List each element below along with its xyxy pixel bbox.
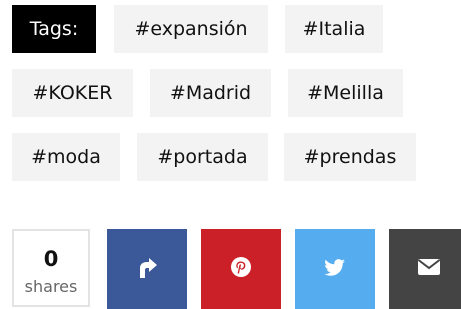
tag-prendas[interactable]: #prendas bbox=[284, 133, 416, 181]
twitter-icon bbox=[322, 254, 348, 284]
tags-label: Tags: bbox=[12, 5, 96, 53]
tag-expansion[interactable]: #expansión bbox=[114, 5, 268, 53]
share-email-button[interactable] bbox=[389, 229, 461, 309]
share-count: 0 bbox=[43, 247, 59, 271]
share-pinterest-button[interactable] bbox=[201, 229, 281, 309]
share-count-box: 0 shares bbox=[12, 229, 90, 307]
tag-melilla[interactable]: #Melilla bbox=[288, 69, 403, 117]
pinterest-icon bbox=[228, 254, 254, 284]
tag-portada[interactable]: #portada bbox=[137, 133, 268, 181]
email-icon bbox=[416, 254, 442, 284]
tag-koker[interactable]: #KOKER bbox=[12, 69, 133, 117]
tag-moda[interactable]: #moda bbox=[12, 133, 120, 181]
share-facebook-button[interactable] bbox=[107, 229, 187, 309]
share-count-label: shares bbox=[24, 277, 78, 296]
tag-madrid[interactable]: #Madrid bbox=[150, 69, 271, 117]
facebook-icon bbox=[134, 254, 160, 284]
tag-italia[interactable]: #Italia bbox=[285, 5, 383, 53]
share-twitter-button[interactable] bbox=[295, 229, 375, 309]
